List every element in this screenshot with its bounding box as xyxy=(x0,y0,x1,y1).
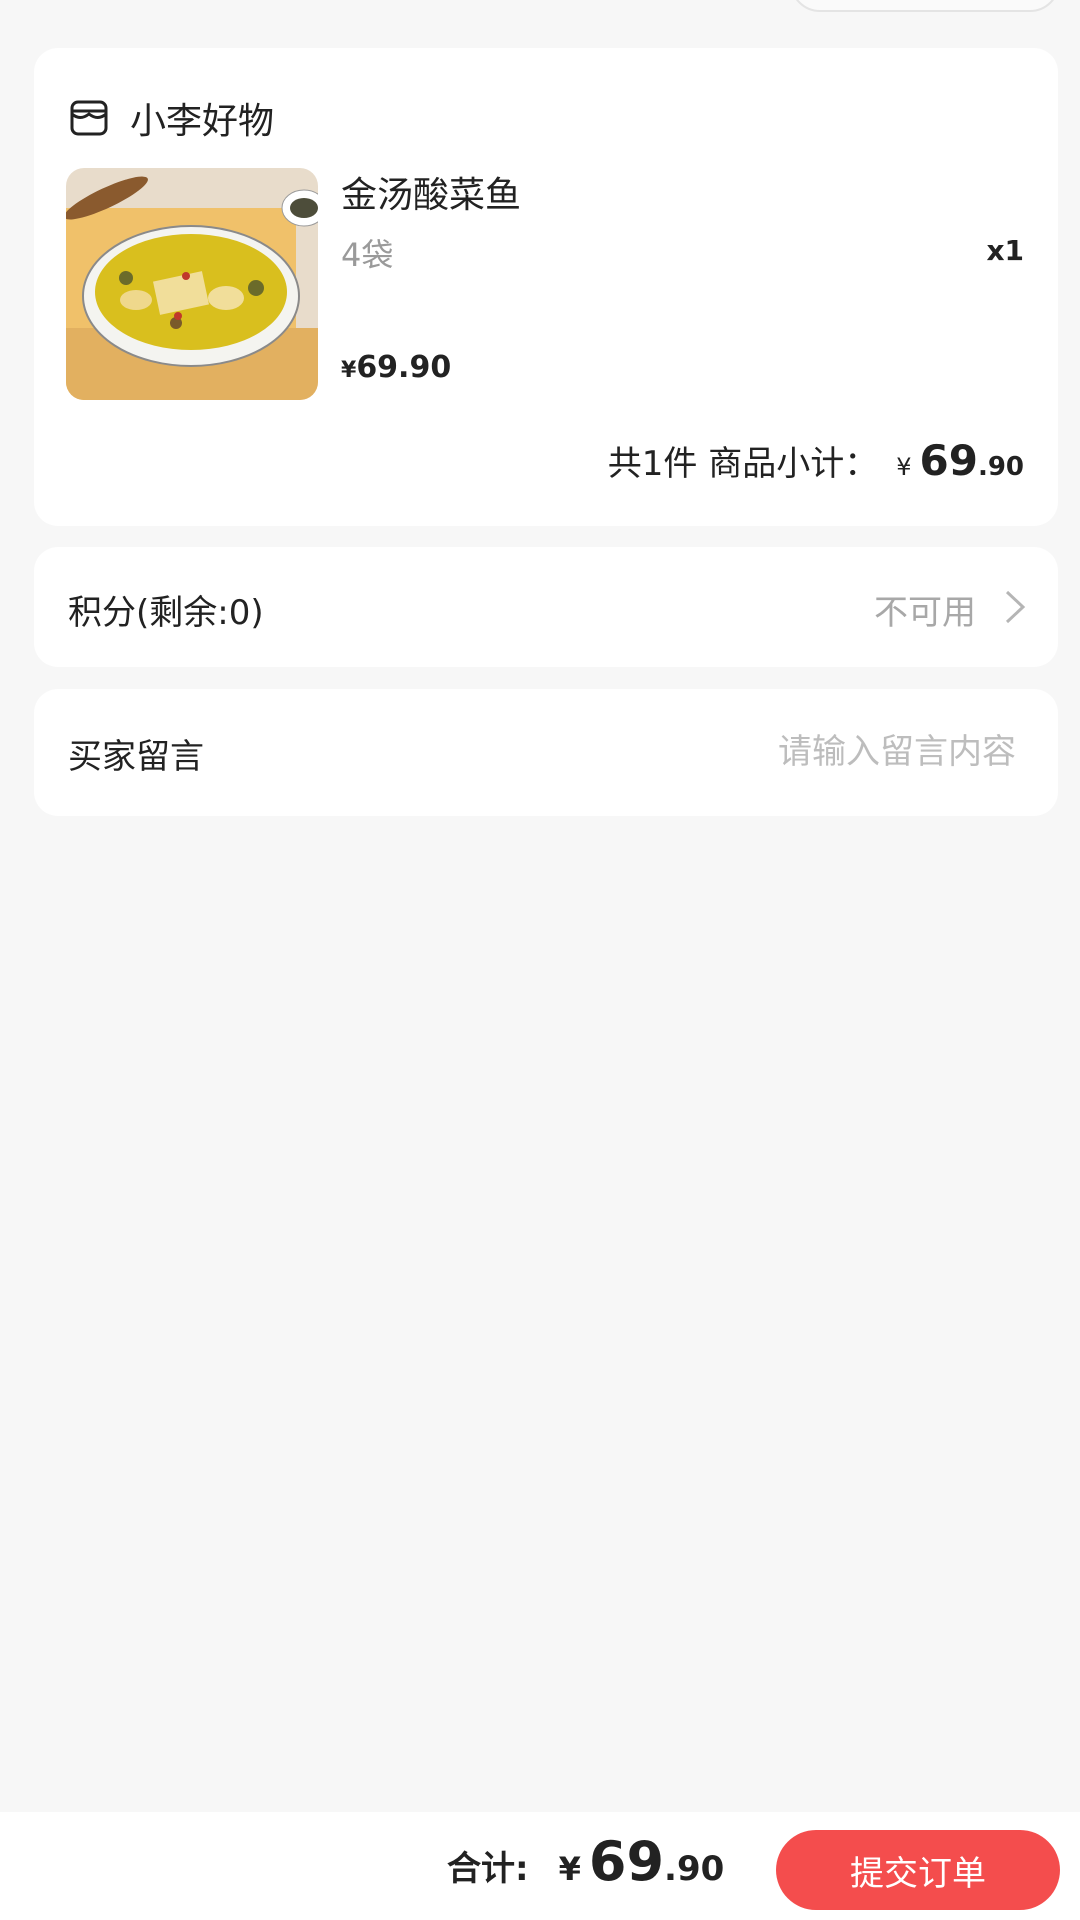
total-label: 合计: xyxy=(447,1849,529,1889)
order-item-card: 小李好物 金汤酸菜鱼 4袋 x1 ¥69.90 共1件 商品小计： ¥ 69 .… xyxy=(34,48,1058,526)
shop-icon xyxy=(70,100,108,136)
total-currency-symbol: ¥ xyxy=(558,1850,581,1888)
total-integer: 69 xyxy=(588,1830,665,1893)
price-value: 69.90 xyxy=(356,350,452,385)
bottom-bar: 合计: ¥ 69 .90 提交订单 xyxy=(0,1812,1080,1920)
product-title: 金汤酸菜鱼 xyxy=(341,175,522,216)
points-status: 不可用 xyxy=(874,593,976,633)
chevron-right-icon xyxy=(1005,590,1026,624)
buyer-message-row: 买家留言 xyxy=(34,689,1058,816)
product-quantity: x1 xyxy=(986,234,1024,267)
product-image[interactable] xyxy=(66,168,318,400)
buyer-message-label: 买家留言 xyxy=(68,737,204,777)
top-partial-element xyxy=(790,0,1060,12)
product-price: ¥69.90 xyxy=(341,350,451,385)
total-decimal: .90 xyxy=(664,1849,725,1889)
subtotal: 共1件 商品小计： ¥ 69 .90 xyxy=(608,436,1024,485)
subtotal-integer: 69 xyxy=(919,436,978,485)
subtotal-label: 共1件 商品小计： xyxy=(607,444,879,484)
product-spec: 4袋 xyxy=(341,236,394,274)
subtotal-decimal: .90 xyxy=(977,452,1024,482)
points-label: 积分(剩余:0) xyxy=(68,593,264,633)
submit-order-button[interactable]: 提交订单 xyxy=(776,1830,1060,1910)
shop-name: 小李好物 xyxy=(130,101,275,142)
subtotal-currency-symbol: ¥ xyxy=(896,453,912,481)
price-currency-symbol: ¥ xyxy=(341,358,357,383)
points-row[interactable]: 积分(剩余:0) 不可用 xyxy=(34,547,1058,667)
buyer-message-input[interactable] xyxy=(454,723,1018,781)
shop-header[interactable]: 小李好物 xyxy=(68,88,274,148)
order-total: 合计: ¥ 69 .90 xyxy=(447,1830,724,1893)
